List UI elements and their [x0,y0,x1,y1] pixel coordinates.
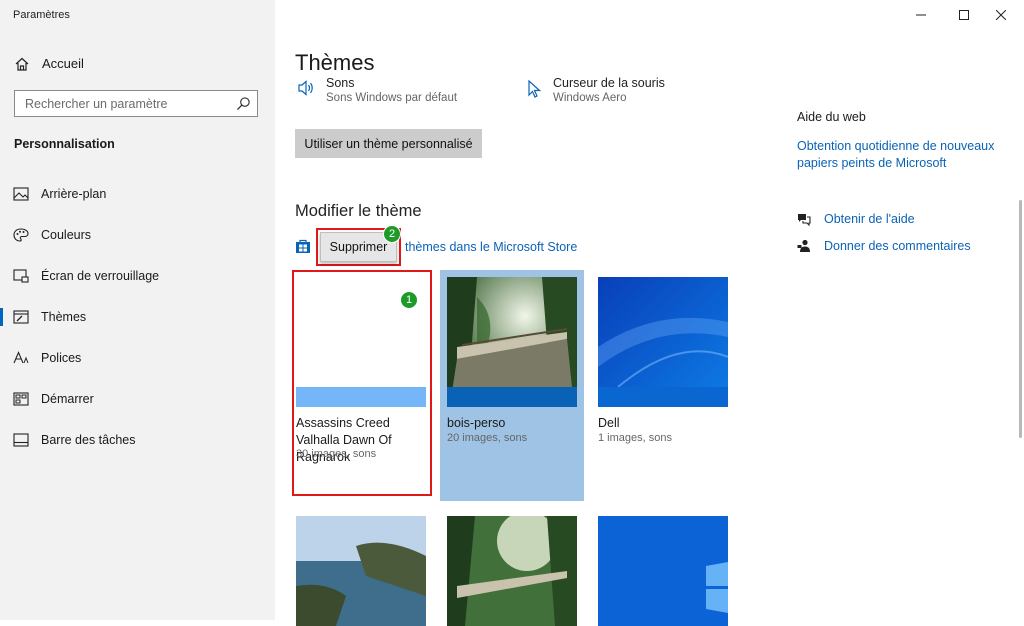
theme-tile-windows[interactable] [598,516,728,626]
web-help-heading: Aide du web [797,110,866,124]
search-box[interactable] [14,90,258,117]
step-badge-1: 1 [400,291,418,309]
sidebar-item-demarrer[interactable]: Démarrer [0,382,275,416]
home-icon [15,57,29,71]
coast-image [296,516,426,626]
cursor-title: Curseur de la souris [553,76,665,90]
theme-tile-coast[interactable] [296,516,426,626]
cursor-icon [528,80,541,98]
sidebar-item-home[interactable]: Accueil [0,50,275,78]
taskbar-icon [13,433,29,447]
app-title: Paramètres [13,9,70,21]
feedback-icon [797,239,810,252]
store-themes-link[interactable]: thèmes dans le Microsoft Store [405,240,577,254]
section-title: Personnalisation [14,137,115,151]
theme-name: Dell [598,416,620,430]
sidebar-item-couleurs[interactable]: Couleurs [0,218,275,252]
search-input[interactable] [15,91,235,116]
sidebar-item-label: Écran de verrouillage [41,269,160,283]
lockscreen-icon [13,269,29,283]
cursor-subtitle: Windows Aero [553,92,627,104]
sidebar-item-barre-des-taches[interactable]: Barre des tâches [0,423,275,457]
use-custom-theme-button[interactable]: Utiliser un thème personnalisé [295,129,482,158]
sidebar-item-label: Polices [41,351,82,365]
sidebar-item-arriere-plan[interactable]: Arrière-plan [0,177,275,211]
maximize-icon [959,10,969,20]
theme-name: bois-perso [447,416,506,430]
theme-accent-bar [598,387,728,407]
daily-wallpapers-link[interactable]: Obtention quotidienne de nouveaux papier… [797,138,1002,172]
sidebar-item-polices[interactable]: Polices [0,341,275,375]
minimize-button[interactable] [898,0,944,30]
current-theme-settings: Sons Sons Windows par défaut Curseur de … [295,74,775,114]
sidebar-item-label: Accueil [42,56,84,71]
sidebar-item-ecran-de-verrouillage[interactable]: Écran de verrouillage [0,259,275,293]
start-icon [13,392,29,406]
close-icon [996,10,1006,20]
feedback-label: Donner des commentaires [824,239,971,253]
sidebar-item-label: Arrière-plan [41,187,107,201]
sounds-title: Sons [326,76,355,90]
fonts-icon [13,351,29,364]
themes-icon [13,310,29,324]
sidebar-item-label: Démarrer [41,392,94,406]
picture-icon [13,187,29,201]
sidebar-item-label: Thèmes [41,310,87,324]
theme-count: 20 images, sons [447,432,528,444]
minimize-icon [916,14,926,16]
get-help-label: Obtenir de l'aide [824,212,915,226]
close-button[interactable] [978,0,1024,30]
chat-help-icon [798,214,811,226]
palette-icon [13,228,29,242]
theme-tile-forest-2[interactable] [447,516,577,626]
store-icon [296,239,310,253]
page-title: Thèmes [295,50,375,75]
forest-image [447,516,577,626]
theme-accent-bar [447,387,577,407]
windows-wallpaper-image [598,516,728,626]
step-badge-2: 2 [383,225,401,243]
sidebar: Paramètres Accueil Personnalisation Arri… [0,0,275,620]
scrollbar-thumb[interactable] [1019,200,1022,438]
sidebar-item-themes[interactable]: Thèmes [0,300,275,334]
active-indicator [0,308,3,326]
sidebar-item-label: Barre des tâches [41,433,136,447]
speaker-icon [298,80,313,96]
search-icon[interactable] [236,96,251,111]
sidebar-item-label: Couleurs [41,228,92,242]
sounds-subtitle: Sons Windows par défaut [326,92,458,104]
theme-count: 1 images, sons [598,432,672,444]
modify-theme-heading: Modifier le thème [295,202,422,220]
